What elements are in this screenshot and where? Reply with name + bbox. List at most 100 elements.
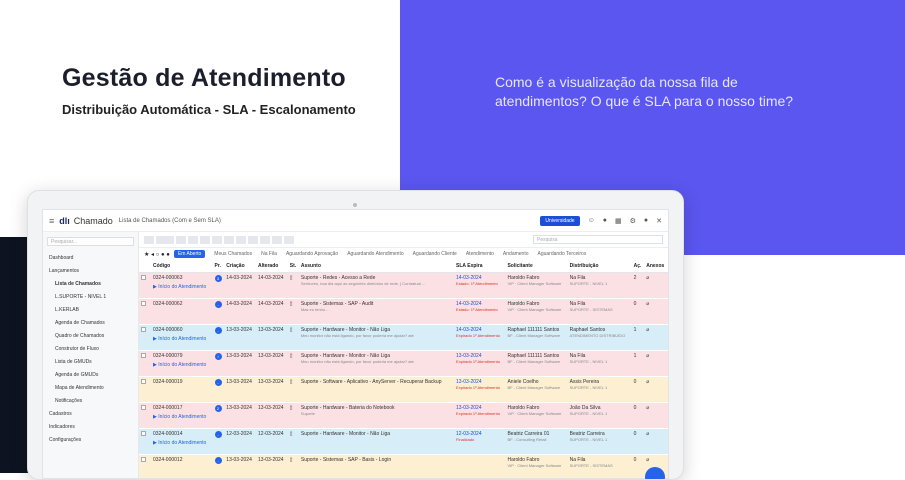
paperclip-icon[interactable]: ⌀ (646, 301, 649, 307)
table-row[interactable]: 0324-000012 - 13-03-2024 13-03-2024 ▯ Su… (139, 454, 668, 478)
sidebar-item[interactable]: Quadro de Chamados (43, 329, 138, 342)
actions-cell[interactable]: 0 (631, 402, 645, 429)
col-header[interactable]: Pr. (212, 260, 225, 273)
sidebar-search[interactable]: Pesquisar... (47, 237, 134, 246)
grid-icon[interactable]: ▦ (615, 217, 622, 225)
bell-icon[interactable]: ● (603, 217, 607, 224)
attachments-cell[interactable]: ⌀ (644, 402, 668, 429)
sidebar-item[interactable]: Agenda de GMUDs (43, 368, 138, 381)
col-header[interactable]: Aç. (631, 260, 645, 273)
tab[interactable]: Meus Chamados (214, 251, 252, 257)
sidebar-item[interactable]: Mapa de Atendimento (43, 381, 138, 394)
table-row[interactable]: 0324-000060 ▶ Início do Atendimento - 13-… (139, 324, 668, 351)
tab[interactable]: Aguardando Atendimento (347, 251, 403, 257)
start-link[interactable]: ▶ Início do Atendimento (153, 284, 211, 290)
chat-button[interactable] (645, 467, 665, 479)
paperclip-icon[interactable]: ⌀ (646, 275, 649, 281)
subject-cell[interactable]: Suporte - Hardware - Monitor - Não Liga (298, 428, 455, 455)
subject-cell[interactable]: Suporte - Hardware - Bateria do Notebook… (298, 402, 455, 429)
toolbar-button[interactable] (144, 235, 154, 244)
sidebar-item[interactable]: Indicadores (43, 420, 138, 433)
star-icon[interactable]: ★ ◂ ○ ● ● (144, 251, 170, 258)
row-checkbox-cell[interactable] (139, 298, 151, 325)
actions-cell[interactable]: 0 (631, 376, 645, 403)
actions-cell[interactable]: 0 (631, 298, 645, 325)
sidebar-item[interactable]: L.KERLAB (43, 303, 138, 316)
filter-icon[interactable] (284, 235, 294, 244)
toolbar-button[interactable] (224, 235, 234, 244)
toolbar-button[interactable] (212, 235, 222, 244)
subject-cell[interactable]: Suporte - Sistemas - SAP - Basis - Login (298, 454, 455, 478)
toolbar-button[interactable] (236, 235, 246, 244)
tab[interactable]: Na Fila (261, 251, 277, 257)
tab[interactable]: Aguardando Cliente (413, 251, 457, 257)
attachments-cell[interactable]: ⌀ (644, 272, 668, 299)
attachments-cell[interactable]: ⌀ (644, 376, 668, 403)
start-link[interactable]: ▶ Início do Atendimento (153, 336, 211, 342)
ticket-code[interactable]: 0324-000079 (153, 353, 182, 359)
sidebar-item[interactable]: Cadastros (43, 407, 138, 420)
toolbar-button[interactable] (272, 235, 282, 244)
toolbar-button[interactable] (200, 235, 210, 244)
row-checkbox-cell[interactable] (139, 324, 151, 351)
university-button[interactable]: Universidade (540, 215, 580, 226)
ticket-code[interactable]: 0324-000063 (153, 275, 182, 281)
code-cell[interactable]: 0324-000060 ▶ Início do Atendimento (151, 324, 213, 351)
row-checkbox-cell[interactable] (139, 376, 151, 403)
ticket-code[interactable]: 0324-000062 (153, 301, 182, 307)
attachments-cell[interactable]: ⌀ (644, 350, 668, 377)
code-cell[interactable]: 0324-000017 ▶ Início do Atendimento (151, 402, 213, 429)
row-checkbox-cell[interactable] (139, 454, 151, 478)
subject-cell[interactable]: Suporte - Hardware - Monitor - Não Liga M… (298, 350, 455, 377)
avatar-icon[interactable]: ☺ (588, 217, 595, 224)
ticket-code[interactable]: 0324-000019 (153, 379, 182, 385)
ticket-code[interactable]: 0324-000017 (153, 405, 182, 411)
top-search-input[interactable]: Pesquisa (533, 235, 663, 244)
row-checkbox[interactable] (141, 353, 146, 358)
row-checkbox-cell[interactable] (139, 428, 151, 455)
row-checkbox[interactable] (141, 457, 146, 462)
table-row[interactable]: 0324-000063 ▶ Início do Atendimento 3 14-… (139, 272, 668, 299)
tab[interactable]: Aguardando Terceiros (538, 251, 587, 257)
sidebar-item[interactable]: Notificações (43, 394, 138, 407)
start-link[interactable]: ▶ Início do Atendimento (153, 362, 211, 368)
paperclip-icon[interactable]: ⌀ (646, 353, 649, 359)
close-icon[interactable]: ✕ (656, 217, 662, 225)
subject[interactable]: Suporte - Software - Aplicativo - AnySer… (301, 379, 442, 385)
row-checkbox[interactable] (141, 301, 146, 306)
attachments-cell[interactable]: ⌀ (644, 298, 668, 325)
row-checkbox[interactable] (141, 327, 146, 332)
code-cell[interactable]: 0324-000079 ▶ Início do Atendimento (151, 350, 213, 377)
paperclip-icon[interactable]: ⌀ (646, 379, 649, 385)
sidebar-item[interactable]: Lista de GMUDs (43, 355, 138, 368)
toolbar-button[interactable] (176, 235, 186, 244)
actions-cell[interactable]: 1 (631, 324, 645, 351)
sidebar-item[interactable]: L.SUPORTE - NIVEL 1 (43, 290, 138, 303)
row-checkbox[interactable] (141, 405, 146, 410)
row-checkbox-cell[interactable] (139, 350, 151, 377)
subject-cell[interactable]: Suporte - Sistemas - SAP - Audit Mas eu t… (298, 298, 455, 325)
tab-em-aberto[interactable]: Em Aberto (173, 250, 206, 258)
actions-cell[interactable]: 0 (631, 428, 645, 455)
toolbar-button[interactable] (188, 235, 198, 244)
ticket-code[interactable]: 0324-000014 (153, 431, 182, 437)
paperclip-icon[interactable]: ⌀ (646, 457, 649, 463)
col-header[interactable]: Distribuição (567, 260, 632, 273)
settings-icon[interactable]: ⚙ (630, 217, 636, 225)
ticket-code[interactable]: 0324-000012 (153, 457, 182, 463)
ticket-code[interactable]: 0324-000060 (153, 327, 182, 333)
subject-cell[interactable]: Suporte - Hardware - Monitor - Não Liga M… (298, 324, 455, 351)
toolbar-button[interactable] (248, 235, 258, 244)
subject-cell[interactable]: Suporte - Redes - Acesso a Rede Senhores,… (298, 272, 455, 299)
paperclip-icon[interactable]: ⌀ (646, 327, 649, 333)
table-row[interactable]: 0324-000079 ▶ Início do Atendimento ! 13-… (139, 350, 668, 377)
start-link[interactable]: ▶ Início do Atendimento (153, 440, 211, 446)
row-checkbox-cell[interactable] (139, 402, 151, 429)
subject[interactable]: Suporte - Hardware - Monitor - Não Liga (301, 431, 390, 437)
col-header[interactable]: SLA Expira (454, 260, 506, 273)
col-header[interactable]: Assunto (298, 260, 455, 273)
code-cell[interactable]: 0324-000063 ▶ Início do Atendimento (151, 272, 213, 299)
subject[interactable]: Suporte - Sistemas - SAP - Basis - Login (301, 457, 391, 463)
actions-cell[interactable]: 1 (631, 350, 645, 377)
attachments-cell[interactable]: ⌀ (644, 428, 668, 455)
